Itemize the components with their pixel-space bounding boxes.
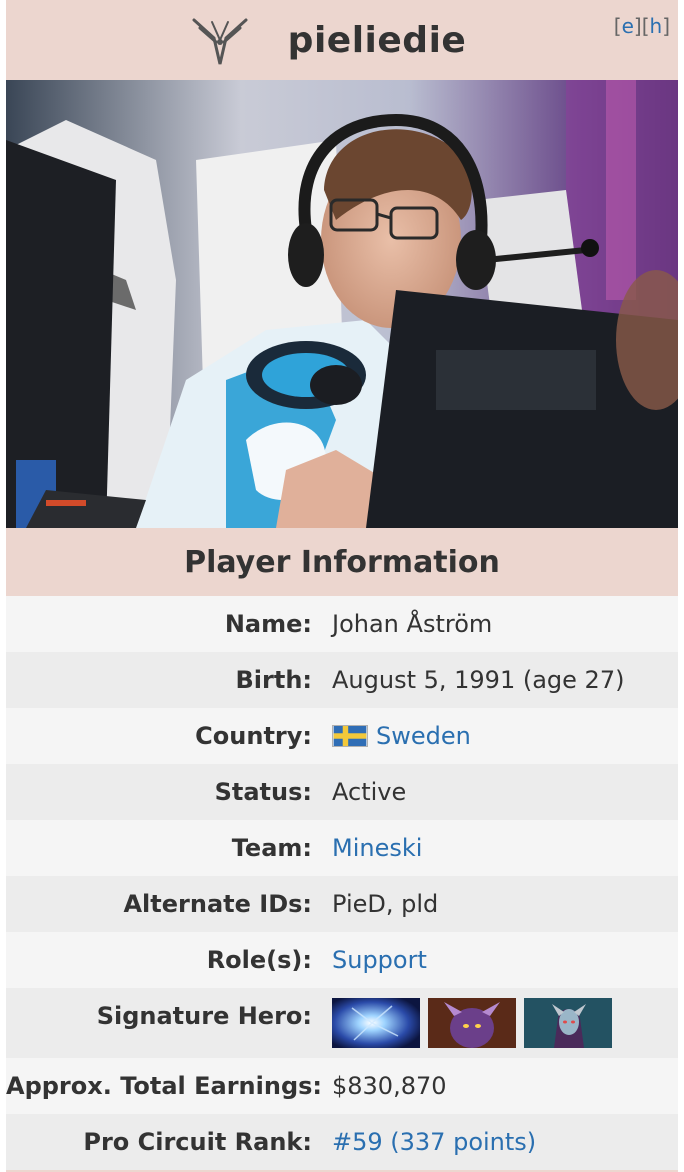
hero-portrait-1[interactable] xyxy=(332,998,420,1048)
birth-value: August 5, 1991 (age 27) xyxy=(332,666,625,694)
info-rows: Name: Johan Åström Birth: August 5, 1991… xyxy=(6,596,678,1170)
bracket-mid: ][ xyxy=(633,14,650,38)
row-birth: Birth: August 5, 1991 (age 27) xyxy=(6,652,678,708)
infobox-header: pieliedie [e][h] xyxy=(6,0,678,80)
edit-links: [e][h] xyxy=(614,14,670,38)
row-status: Status: Active xyxy=(6,764,678,820)
team-label: Team: xyxy=(231,834,312,862)
earnings-value: $830,870 xyxy=(332,1072,447,1100)
player-photo xyxy=(6,80,678,528)
history-link[interactable]: h xyxy=(650,14,663,38)
row-roles: Role(s): Support xyxy=(6,932,678,988)
bracket-open: [ xyxy=(613,14,622,38)
row-country: Country: Sweden xyxy=(6,708,678,764)
pro-circuit-rank-link[interactable]: #59 (337 points) xyxy=(332,1128,536,1156)
team-link[interactable]: Mineski xyxy=(332,834,422,862)
hero-portrait-2[interactable] xyxy=(428,998,516,1048)
row-signature-hero: Signature Hero: xyxy=(6,988,678,1058)
row-name: Name: Johan Åström xyxy=(6,596,678,652)
row-team: Team: Mineski xyxy=(6,820,678,876)
team-value: Mineski xyxy=(332,834,678,862)
signature-hero-label: Signature Hero: xyxy=(96,1002,312,1030)
bracket-close: ] xyxy=(662,14,670,38)
section-title-player-information: Player Information xyxy=(6,528,678,596)
name-value: Johan Åström xyxy=(332,610,493,638)
signature-hero-value xyxy=(332,998,678,1048)
role-link-support[interactable]: Support xyxy=(332,946,427,974)
country-link[interactable]: Sweden xyxy=(376,722,471,750)
roles-value: Support xyxy=(332,946,678,974)
country-value: Sweden xyxy=(332,722,678,750)
player-name-title: pieliedie xyxy=(287,19,467,61)
alternate-ids-label: Alternate IDs: xyxy=(123,890,312,918)
roles-label: Role(s): xyxy=(206,946,312,974)
row-alternate-ids: Alternate IDs: PieD, pld xyxy=(6,876,678,932)
pro-circuit-rank-label: Pro Circuit Rank: xyxy=(83,1128,312,1156)
team-logo-icon xyxy=(192,18,248,65)
edit-link[interactable]: e xyxy=(622,14,634,38)
alternate-ids-value: PieD, pld xyxy=(332,890,439,918)
sweden-flag-icon xyxy=(332,725,368,747)
birth-label: Birth: xyxy=(235,666,312,694)
pro-circuit-rank-value: #59 (337 points) xyxy=(332,1128,678,1156)
status-value: Active xyxy=(332,778,407,806)
status-label: Status: xyxy=(214,778,312,806)
hero-portrait-3[interactable] xyxy=(524,998,612,1048)
country-label: Country: xyxy=(195,722,312,750)
row-pro-circuit-rank: Pro Circuit Rank: #59 (337 points) xyxy=(6,1114,678,1170)
earnings-label: Approx. Total Earnings: xyxy=(6,1072,323,1100)
player-infobox: pieliedie [e][h] Player Information Name… xyxy=(6,0,678,1172)
row-earnings: Approx. Total Earnings: $830,870 xyxy=(6,1058,678,1114)
name-label: Name: xyxy=(224,610,312,638)
